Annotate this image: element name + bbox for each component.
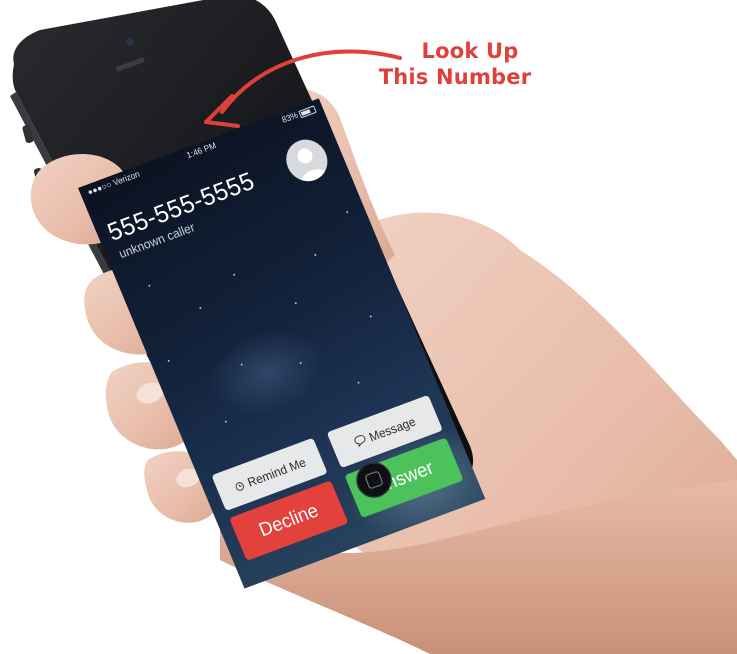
home-button[interactable] — [356, 462, 392, 498]
home-button-layer — [356, 462, 392, 498]
